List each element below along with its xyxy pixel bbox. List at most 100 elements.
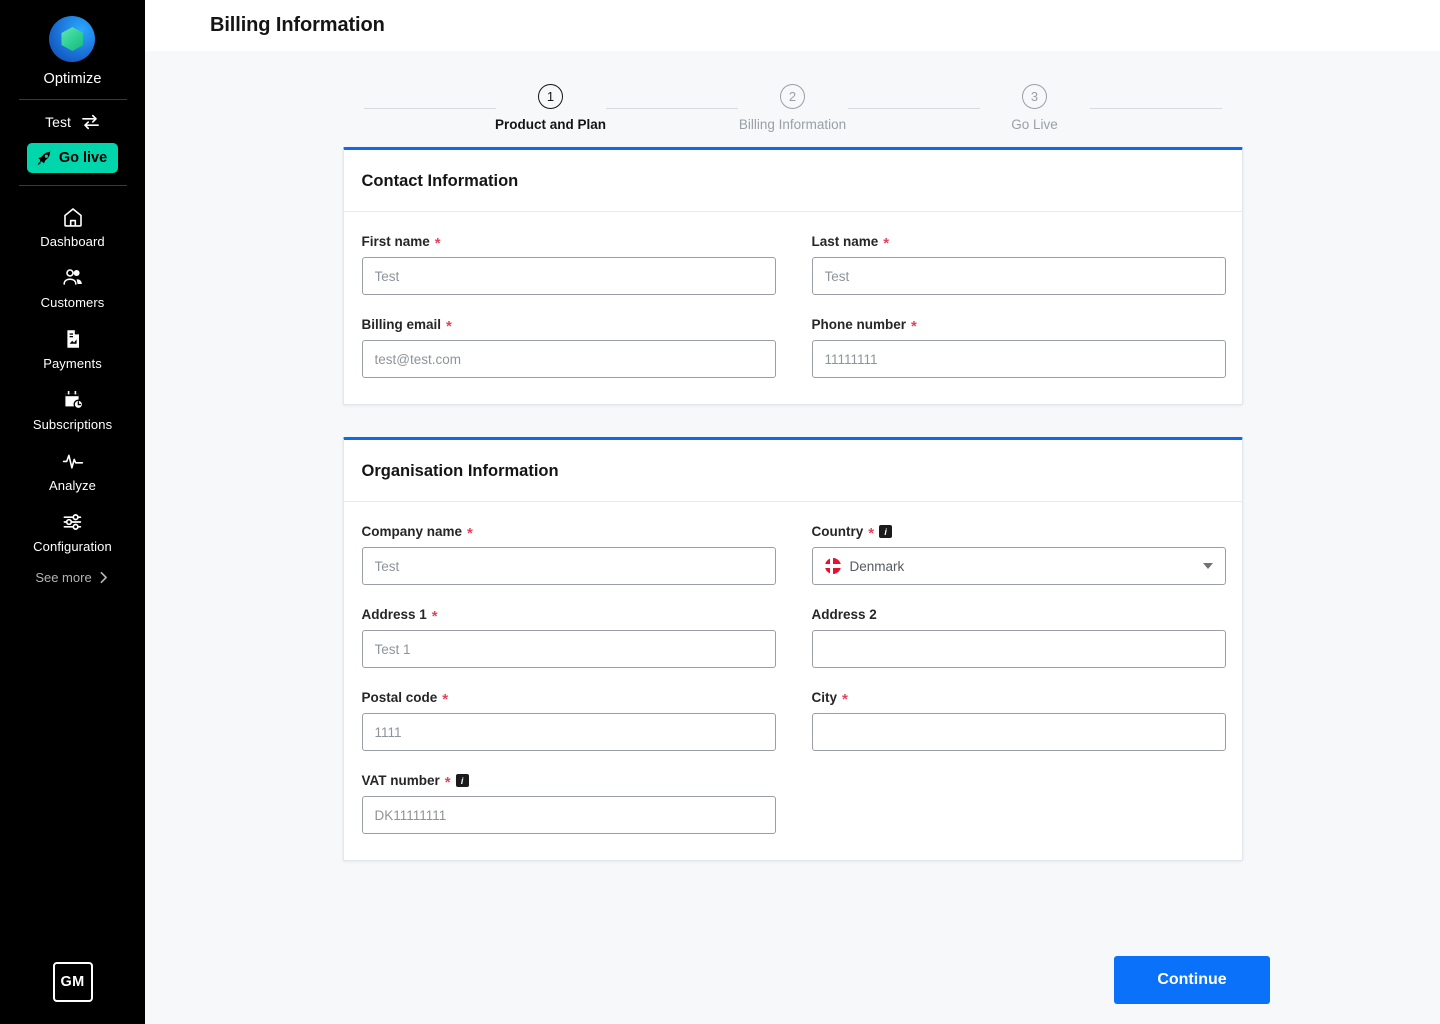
sidebar-item-label: Analyze: [49, 478, 96, 493]
field-last-name: Last name *: [811, 234, 1226, 295]
required-asterisk: *: [842, 691, 848, 708]
company-name-input[interactable]: [361, 547, 776, 585]
field-label: VAT number * i: [361, 773, 776, 791]
stepper-line: [1089, 108, 1222, 109]
address-2-input[interactable]: [811, 630, 1226, 668]
footer-bar: Continue: [145, 935, 1440, 1024]
chevron-down-icon: [1202, 563, 1213, 569]
field-phone-number: Phone number *: [811, 317, 1226, 378]
field-address-2: Address 2: [811, 607, 1226, 668]
step-go-live[interactable]: 3 Go Live: [980, 84, 1090, 132]
label-text: Address 2: [811, 607, 877, 622]
avatar[interactable]: GM: [52, 962, 93, 1002]
step-billing-information[interactable]: 2 Billing Information: [738, 84, 848, 132]
see-more-button[interactable]: See more: [0, 570, 145, 585]
step-number: 2: [780, 84, 805, 109]
step-label: Billing Information: [738, 117, 847, 132]
last-name-input[interactable]: [811, 257, 1226, 295]
field-label: Last name *: [811, 234, 1226, 252]
field-label: Billing email *: [361, 317, 776, 335]
stepper-line: [363, 108, 496, 109]
sidebar-item-dashboard[interactable]: Dashboard: [0, 194, 145, 255]
label-text: City: [811, 690, 838, 705]
phone-number-input[interactable]: [811, 340, 1226, 378]
sidebar-item-analyze[interactable]: Analyze: [0, 438, 145, 499]
label-text: Billing email: [361, 317, 442, 332]
label-text: VAT number: [361, 773, 440, 788]
optimize-logo-icon: [49, 16, 96, 62]
label-text: First name: [361, 234, 430, 249]
first-name-input[interactable]: [361, 257, 776, 295]
page-title: Billing Information: [210, 14, 385, 36]
contact-information-card: Contact Information First name * Test La…: [342, 147, 1243, 405]
environment-label: Test: [45, 114, 71, 130]
cards-container: Contact Information First name * Test La…: [342, 147, 1243, 861]
sidebar-nav: Dashboard Customers Payments Subscriptio…: [0, 194, 145, 585]
required-asterisk: *: [431, 608, 438, 625]
required-asterisk: *: [442, 691, 449, 708]
home-icon: [63, 208, 82, 227]
card-body: First name * Last name *: [344, 212, 1242, 404]
sidebar-item-subscriptions[interactable]: Subscriptions: [0, 377, 145, 438]
field-vat-number: VAT number * i: [361, 773, 776, 834]
field-company-name: Company name *: [361, 524, 776, 585]
step-label: Go Live: [1011, 117, 1058, 132]
required-asterisk: *: [467, 525, 473, 542]
info-icon[interactable]: i: [455, 774, 469, 787]
brand-name: Optimize: [43, 71, 102, 87]
label-text: Country: [811, 524, 864, 539]
country-select[interactable]: Denmark: [811, 547, 1226, 585]
card-title: Organisation Information: [361, 462, 559, 480]
people-icon: [62, 269, 82, 285]
card-body: Company name * Country * i: [344, 502, 1242, 860]
required-asterisk: *: [868, 525, 875, 542]
required-asterisk: *: [444, 774, 451, 791]
label-text: Postal code: [361, 690, 438, 705]
environment-switcher[interactable]: Test: [45, 114, 100, 130]
go-live-label: Go live: [58, 150, 108, 166]
info-icon[interactable]: i: [879, 525, 893, 538]
billing-email-input[interactable]: [361, 340, 776, 378]
required-asterisk: *: [911, 318, 917, 335]
content-area: 1 Product and Plan 2 Billing Information…: [145, 51, 1440, 935]
field-billing-email: Billing email *: [361, 317, 776, 378]
stepper-line: [847, 108, 980, 109]
organisation-information-card: Organisation Information Company name *: [342, 437, 1243, 861]
calendar-clock-icon: [64, 391, 83, 410]
vat-number-input[interactable]: [361, 796, 776, 834]
app-root: Optimize Test Go live Dashboard Customer…: [0, 0, 1440, 1024]
address-1-input[interactable]: [361, 630, 776, 668]
sidebar-item-customers[interactable]: Customers: [0, 255, 145, 316]
sidebar-divider-bottom: [18, 185, 127, 186]
brand[interactable]: Optimize: [43, 16, 101, 87]
sidebar-item-configuration[interactable]: Configuration: [0, 499, 145, 560]
field-address-1: Address 1 *: [361, 607, 776, 668]
field-country: Country * i Denmark: [811, 524, 1226, 585]
city-input[interactable]: [811, 713, 1226, 751]
field-label: City *: [811, 690, 1226, 708]
required-asterisk: *: [883, 235, 890, 252]
postal-code-input[interactable]: [361, 713, 776, 751]
step-number: 3: [1022, 84, 1047, 109]
sidebar-item-label: Dashboard: [40, 234, 105, 249]
field-label: Address 2: [812, 607, 1226, 622]
card-header: Organisation Information: [343, 440, 1242, 502]
country-selected-value: Denmark: [849, 558, 905, 574]
sidebar: Optimize Test Go live Dashboard Customer…: [0, 0, 145, 1024]
label-text: Phone number: [811, 317, 907, 332]
step-product-and-plan[interactable]: 1 Product and Plan: [495, 84, 606, 132]
continue-button[interactable]: Continue: [1114, 955, 1270, 1004]
field-first-name: First name *: [361, 234, 776, 295]
field-label: First name *: [361, 234, 776, 251]
required-asterisk: *: [446, 318, 452, 335]
sidebar-item-payments[interactable]: Payments: [0, 316, 145, 377]
field-label: Company name *: [362, 524, 776, 542]
top-bar: Billing Information: [145, 0, 1440, 51]
label-text: Last name: [811, 234, 879, 249]
sidebar-divider-top: [18, 99, 127, 100]
field-label: Postal code *: [361, 690, 776, 708]
go-live-button[interactable]: Go live: [26, 143, 119, 173]
sliders-icon: [63, 514, 81, 530]
label-text: Address 1: [361, 607, 427, 622]
sidebar-item-label: Configuration: [33, 539, 112, 554]
